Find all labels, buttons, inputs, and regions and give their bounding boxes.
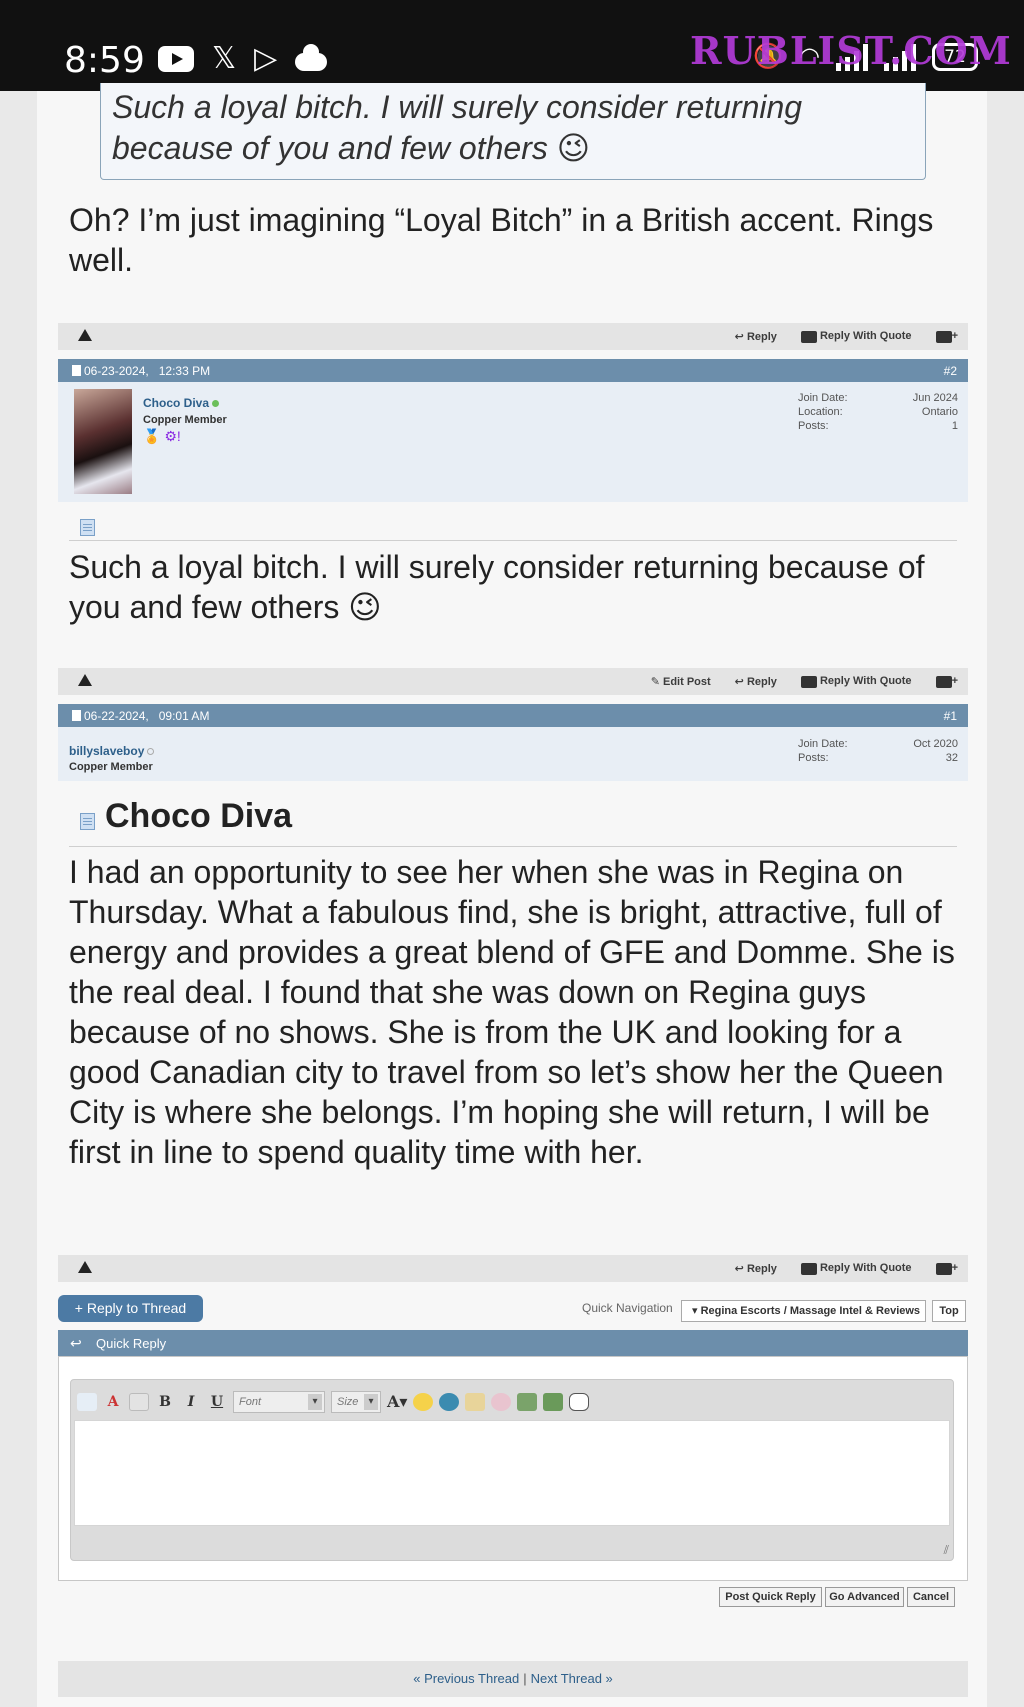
post-body: Such a loyal bitch. I will surely consid… [69,549,925,625]
nav-separator: | [523,1671,527,1686]
post-action-bar: ✎ Edit Post ↩ Reply Reply With Quote + [58,668,968,695]
username-link[interactable]: billyslaveboy [69,744,155,758]
bold-button[interactable]: B [155,1391,175,1413]
reply-to-thread-button[interactable]: + Reply to Thread [58,1295,203,1322]
size-select[interactable]: Size [331,1391,381,1413]
x-icon: 𝕏 [212,42,237,75]
post-icon [80,519,95,536]
switch-editor-icon[interactable]: A [103,1391,123,1413]
status-bar: 8:59 𝕏 ▷ 🔕 ◠ 72 RUBLIST.COM [0,0,1024,91]
go-advanced-button[interactable]: Go Advanced [825,1587,904,1607]
reply-button[interactable]: ↩ Reply [735,1262,777,1275]
quick-navigation-label: Quick Navigation [582,1301,673,1315]
underline-button[interactable]: U [207,1391,227,1413]
post-quick-reply-button[interactable]: Post Quick Reply [719,1587,822,1607]
reply-arrow-icon: ↩ [70,1335,82,1351]
user-info-box: Choco Diva Copper Member 🏅 ⚙! Join Date:… [58,382,968,502]
post-number[interactable]: #1 [944,709,957,723]
email-icon[interactable] [465,1393,486,1411]
username-link[interactable]: Choco Diva [143,396,220,410]
post-body: I had an opportunity to see her when she… [69,854,955,1170]
reply-with-quote-button[interactable]: Reply With Quote [800,1262,912,1275]
quote-block: Such a loyal bitch. I will surely consid… [100,83,926,180]
quote-icon [800,330,817,343]
multiquote-icon[interactable]: + [935,675,958,688]
image-icon[interactable] [517,1393,538,1411]
video-icon[interactable] [543,1393,564,1411]
quote-icon [800,1262,817,1275]
reply-button[interactable]: ↩ Reply [735,330,777,343]
next-thread-link[interactable]: Next Thread » [531,1671,613,1686]
edit-post-button[interactable]: ✎ Edit Post [651,675,711,688]
notification-icons: 𝕏 ▷ [158,42,328,75]
report-icon[interactable] [78,329,92,341]
user-badges: 🏅 ⚙! [143,428,181,444]
paste-icon[interactable] [129,1393,149,1411]
remove-format-icon[interactable] [77,1393,97,1411]
status-time: 8:59 [64,40,145,81]
quick-reply-box: A B I U Font Size A▾ ⫽ [58,1356,968,1581]
editor: A B I U Font Size A▾ ⫽ [70,1379,954,1561]
watermark-logo: RUBLIST.COM [690,28,1012,73]
previous-thread-link[interactable]: « Previous Thread [413,1671,519,1686]
multiquote-icon[interactable]: + [935,1262,958,1275]
divider [69,846,957,847]
user-title: Copper Member [143,414,227,426]
user-title: Copper Member [69,761,153,773]
smilie-icon[interactable] [413,1393,434,1411]
post-date: 06-23-2024, 12:33 PM [72,364,210,378]
font-select[interactable]: Font [233,1391,325,1413]
offline-status-icon [147,748,155,756]
user-stats: Join Date: Jun 2024 Location: Ontario Post… [798,392,958,432]
unlink-icon[interactable] [491,1393,512,1411]
quote-text: Such a loyal bitch. I will surely consid… [112,89,803,166]
quote-icon[interactable] [569,1393,590,1411]
online-status-icon [212,400,220,408]
link-icon[interactable] [439,1393,460,1411]
post-title: Choco Diva [105,797,293,835]
play-store-icon: ▷ [254,42,278,75]
font-color-button[interactable]: A▾ [387,1391,407,1413]
quick-reply-header: ↩ Quick Reply [58,1330,968,1356]
post-header: 06-23-2024, 12:33 PM #2 [58,359,968,382]
report-icon[interactable] [78,1261,92,1273]
post-number[interactable]: #2 [944,364,957,378]
reply-with-quote-button[interactable]: Reply With Quote [800,675,912,688]
resize-handle-icon[interactable]: ⫽ [944,1543,949,1558]
italic-button[interactable]: I [181,1391,201,1413]
avatar[interactable] [74,389,132,494]
cloud-icon [295,44,328,71]
divider [69,540,957,541]
message-textarea[interactable] [74,1420,950,1526]
post-date: 06-22-2024, 09:01 AM [72,709,209,723]
post-header: 06-22-2024, 09:01 AM #1 [58,704,968,727]
cancel-button[interactable]: Cancel [907,1587,955,1607]
report-icon[interactable] [78,674,92,686]
forum-select[interactable]: ▾ Regina Escorts / Massage Intel & Revie… [681,1300,926,1322]
post-action-bar: ↩ Reply Reply With Quote + [58,1255,968,1282]
reply-button[interactable]: ↩ Reply [735,675,777,688]
top-button[interactable]: Top [932,1300,966,1322]
reply-post-body: Oh? I’m just imagining “Loyal Bitch” in … [69,202,934,278]
post-icon [80,813,95,830]
user-info-box: billyslaveboy Copper Member Join Date: Oc… [58,727,968,781]
editor-toolbar: A B I U Font Size A▾ [77,1387,590,1417]
post-action-bar: ↩ Reply Reply With Quote + [58,323,968,350]
thread-navigation: « Previous Thread | Next Thread » [58,1661,968,1697]
youtube-icon [158,46,194,72]
reply-with-quote-button[interactable]: Reply With Quote [800,330,912,343]
user-stats: Join Date: Oct 2020 Posts: 32 [798,738,958,764]
quote-icon [800,675,817,688]
multiquote-icon[interactable]: + [935,330,958,343]
